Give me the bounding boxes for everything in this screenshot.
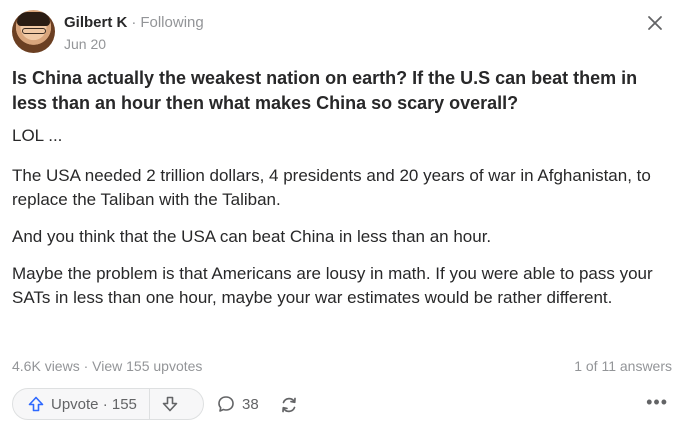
question-title[interactable]: Is China actually the weakest nation on …	[12, 66, 672, 116]
post-date[interactable]: Jun 20	[64, 36, 106, 52]
avatar-glasses	[22, 28, 46, 34]
close-icon	[648, 16, 662, 30]
upvote-label: Upvote · 155	[51, 395, 137, 413]
avatar-hair	[17, 12, 50, 26]
downvote-button[interactable]	[150, 389, 190, 419]
close-button[interactable]	[646, 14, 664, 32]
upvote-button[interactable]: Upvote · 155	[13, 389, 150, 419]
stats-separator: ·	[83, 358, 89, 374]
answer-position[interactable]: 1 of 11 answers	[574, 358, 672, 374]
author-name[interactable]: Gilbert K	[64, 14, 127, 31]
answer-paragraph: Maybe the problem is that Americans are …	[12, 264, 653, 307]
post-header: Gilbert K · Following Jun 20	[12, 10, 668, 56]
arrow-down-icon	[162, 396, 178, 412]
avatar[interactable]	[12, 10, 55, 53]
views-count: 4.6K views	[12, 358, 80, 374]
comment-bubble-icon	[218, 396, 234, 412]
stats-left: 4.6K views · View 155 upvotes	[12, 358, 202, 374]
share-button[interactable]	[278, 394, 300, 421]
more-dots-icon: •••	[646, 392, 668, 412]
answer-paragraph: And you think that the USA can beat Chin…	[12, 227, 492, 246]
answer-content: LOL ... The USA needed 2 trillion dollar…	[12, 124, 672, 310]
answer-paragraph: LOL ...	[12, 126, 63, 145]
share-arrows-icon	[282, 397, 296, 413]
answer-paragraph: The USA needed 2 trillion dollars, 4 pre…	[12, 166, 651, 209]
follow-status[interactable]: Following	[140, 14, 203, 31]
arrow-up-icon	[28, 396, 44, 412]
comment-count: 38	[242, 395, 259, 413]
comment-button[interactable]: 38	[216, 394, 259, 414]
more-options-button[interactable]: •••	[646, 392, 668, 413]
vote-group: Upvote · 155	[12, 388, 204, 420]
view-upvotes-link[interactable]: View 155 upvotes	[92, 358, 202, 374]
author-line: Gilbert K · Following	[64, 14, 204, 31]
action-bar: Upvote · 155 38 •••	[12, 388, 672, 421]
author-separator: ·	[131, 14, 137, 31]
